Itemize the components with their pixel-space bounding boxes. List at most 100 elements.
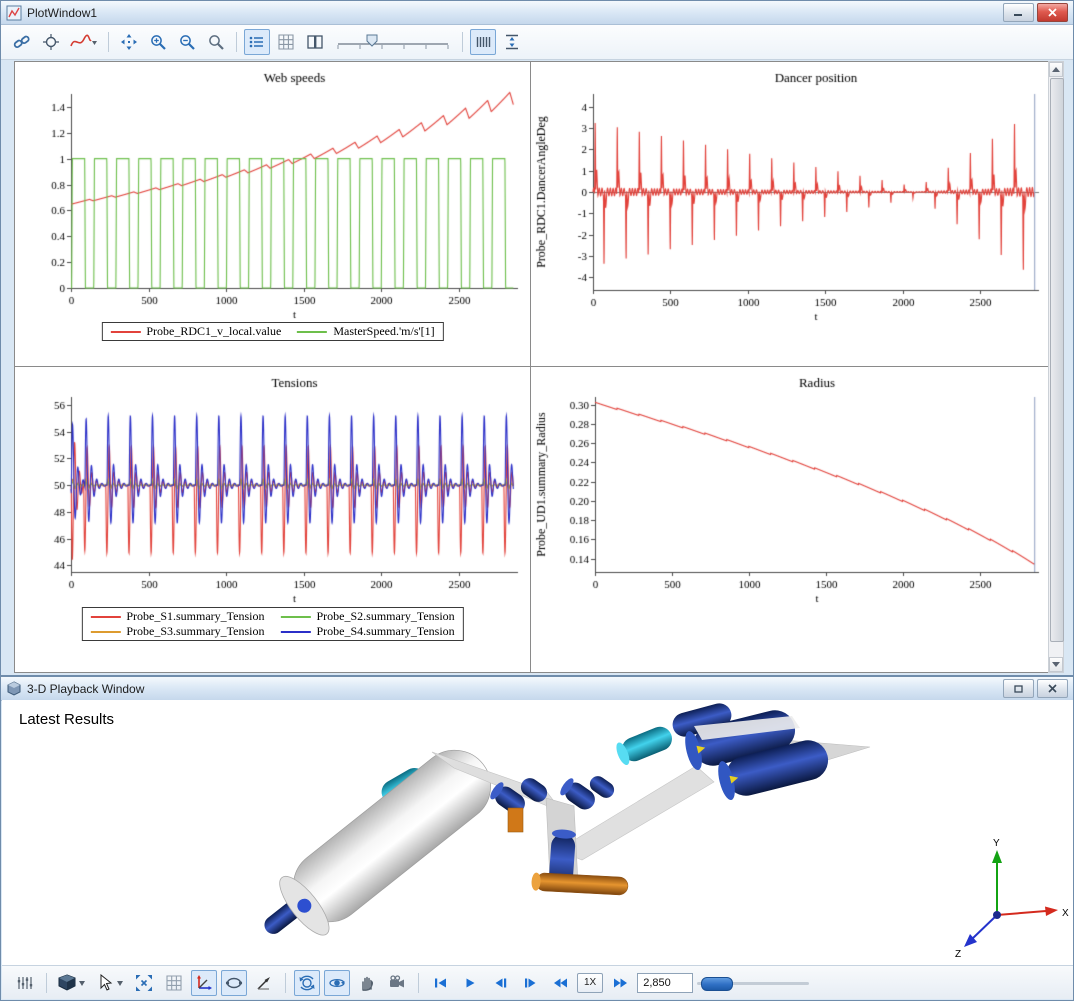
plot-window-icon bbox=[6, 5, 22, 21]
timeline-slider[interactable] bbox=[697, 974, 809, 992]
step-back-button[interactable] bbox=[487, 970, 513, 996]
curve-style-icon bbox=[70, 33, 98, 51]
close-icon bbox=[1048, 684, 1057, 693]
legend-swatch bbox=[281, 631, 311, 633]
step-forward-button[interactable] bbox=[517, 970, 543, 996]
select-pointer-button[interactable] bbox=[93, 970, 127, 996]
close-button-2[interactable] bbox=[1037, 679, 1068, 698]
legend-label: Probe_S3.summary_Tension bbox=[126, 624, 264, 639]
playback-window: 3-D Playback Window bbox=[0, 676, 1074, 1001]
x-axis-arrow bbox=[1045, 907, 1058, 917]
vector-button[interactable] bbox=[251, 970, 277, 996]
link-button[interactable] bbox=[9, 29, 35, 55]
zoom-reset-icon bbox=[207, 33, 225, 51]
grid-icon bbox=[277, 33, 295, 51]
legend-item: MasterSpeed.'m/s'[1] bbox=[297, 324, 434, 339]
step-back-icon bbox=[494, 977, 507, 989]
legend-tensions: Probe_S1.summary_Tension Probe_S2.summary… bbox=[81, 607, 463, 641]
legend-item: Probe_S2.summary_Tension bbox=[281, 609, 455, 624]
tickmarks-icon bbox=[474, 33, 492, 51]
toolbar-separator bbox=[108, 32, 109, 52]
orange-cylinder bbox=[531, 872, 628, 895]
cube-icon bbox=[58, 974, 86, 992]
camera-path-button[interactable] bbox=[384, 970, 410, 996]
scrollbar-thumb[interactable] bbox=[1050, 78, 1064, 642]
toolbar-slider-icon bbox=[334, 31, 452, 53]
legend-swatch bbox=[90, 631, 120, 633]
scroll-up-icon bbox=[1052, 67, 1060, 72]
pan-icon bbox=[120, 33, 138, 51]
legend-web-speeds: Probe_RDC1_v_local.value MasterSpeed.'m/s… bbox=[101, 322, 443, 341]
probe-icon bbox=[42, 33, 60, 51]
toolbar-separator bbox=[46, 973, 47, 993]
toolbar-slider[interactable] bbox=[331, 29, 455, 55]
toolbar-separator bbox=[418, 973, 419, 993]
panel-grid-button[interactable] bbox=[12, 970, 38, 996]
x-axis-label: X bbox=[1062, 908, 1069, 919]
legend-item: Probe_S3.summary_Tension bbox=[90, 624, 264, 639]
play-button[interactable] bbox=[457, 970, 483, 996]
playback-window-titlebar[interactable]: 3-D Playback Window bbox=[1, 677, 1073, 701]
pointer-icon bbox=[96, 974, 124, 992]
vector-icon bbox=[255, 974, 273, 992]
pan-hand-button[interactable] bbox=[354, 970, 380, 996]
playback-window-title: 3-D Playback Window bbox=[27, 682, 1000, 696]
minimize-button[interactable] bbox=[1003, 3, 1034, 22]
skip-to-start-button[interactable] bbox=[427, 970, 453, 996]
fit-vertical-button[interactable] bbox=[499, 29, 525, 55]
restore-button[interactable] bbox=[1003, 679, 1034, 698]
legend-toggle-button[interactable] bbox=[244, 29, 270, 55]
legend-item: Probe_S4.summary_Tension bbox=[281, 624, 455, 639]
split-view-button[interactable] bbox=[302, 29, 328, 55]
scroll-up-button[interactable] bbox=[1049, 62, 1063, 77]
pan-button[interactable] bbox=[116, 29, 142, 55]
plot-window-title: PlotWindow1 bbox=[27, 6, 1000, 20]
orange-block bbox=[508, 808, 523, 832]
legend-icon bbox=[248, 33, 266, 51]
pan-hand-icon bbox=[358, 974, 376, 992]
speed-selector[interactable]: 1X bbox=[577, 973, 603, 993]
zoom-out-button[interactable] bbox=[174, 29, 200, 55]
3d-viewport[interactable]: X Y Z Latest Results bbox=[2, 700, 1073, 966]
legend-label: Probe_S1.summary_Tension bbox=[126, 609, 264, 624]
frame-counter-value: 2,850 bbox=[643, 977, 671, 989]
step-forward-icon bbox=[524, 977, 537, 989]
legend-item: Probe_RDC1_v_local.value bbox=[110, 324, 281, 339]
zoom-in-button[interactable] bbox=[145, 29, 171, 55]
rotate-3d-icon bbox=[298, 974, 316, 992]
zoom-reset-button[interactable] bbox=[203, 29, 229, 55]
plot-window-titlebar[interactable]: PlotWindow1 bbox=[1, 1, 1073, 25]
grid-toggle-button[interactable] bbox=[273, 29, 299, 55]
legend-label: Probe_RDC1_v_local.value bbox=[146, 324, 281, 339]
toolbar-separator bbox=[462, 32, 463, 52]
grid-3d-button[interactable] bbox=[161, 970, 187, 996]
plot-scrollbar[interactable] bbox=[1048, 61, 1064, 673]
chart-dancer-position[interactable] bbox=[531, 62, 1048, 366]
rewind-button[interactable] bbox=[547, 970, 573, 996]
curve-style-button[interactable] bbox=[67, 29, 101, 55]
chart-web-speeds[interactable] bbox=[15, 62, 530, 366]
timeline-handle[interactable] bbox=[701, 977, 733, 991]
results-label: Latest Results bbox=[19, 711, 114, 728]
frame-counter-field[interactable]: 2,850 bbox=[637, 973, 693, 993]
view-cube-button[interactable] bbox=[55, 970, 89, 996]
ring-icon bbox=[225, 974, 243, 992]
toolbar-separator bbox=[285, 973, 286, 993]
scroll-down-button[interactable] bbox=[1049, 657, 1063, 672]
fit-view-button[interactable] bbox=[131, 970, 157, 996]
subplot-tensions: Probe_S1.summary_Tension Probe_S2.summary… bbox=[15, 367, 531, 672]
fast-forward-button[interactable] bbox=[607, 970, 633, 996]
tickmarks-button[interactable] bbox=[470, 29, 496, 55]
show-axes-button[interactable] bbox=[191, 970, 217, 996]
axis-origin bbox=[993, 911, 1001, 919]
chart-radius[interactable] bbox=[531, 367, 1048, 672]
fit-vertical-icon bbox=[503, 33, 521, 51]
play-icon bbox=[464, 977, 476, 989]
playback-toolbar: 1X 2,850 bbox=[2, 965, 1073, 999]
probe-button[interactable] bbox=[38, 29, 64, 55]
close-button[interactable] bbox=[1037, 3, 1068, 22]
constraint-ring-button[interactable] bbox=[221, 970, 247, 996]
orbit-button[interactable] bbox=[324, 970, 350, 996]
fast-forward-icon bbox=[613, 977, 628, 989]
rotate-3d-button[interactable] bbox=[294, 970, 320, 996]
